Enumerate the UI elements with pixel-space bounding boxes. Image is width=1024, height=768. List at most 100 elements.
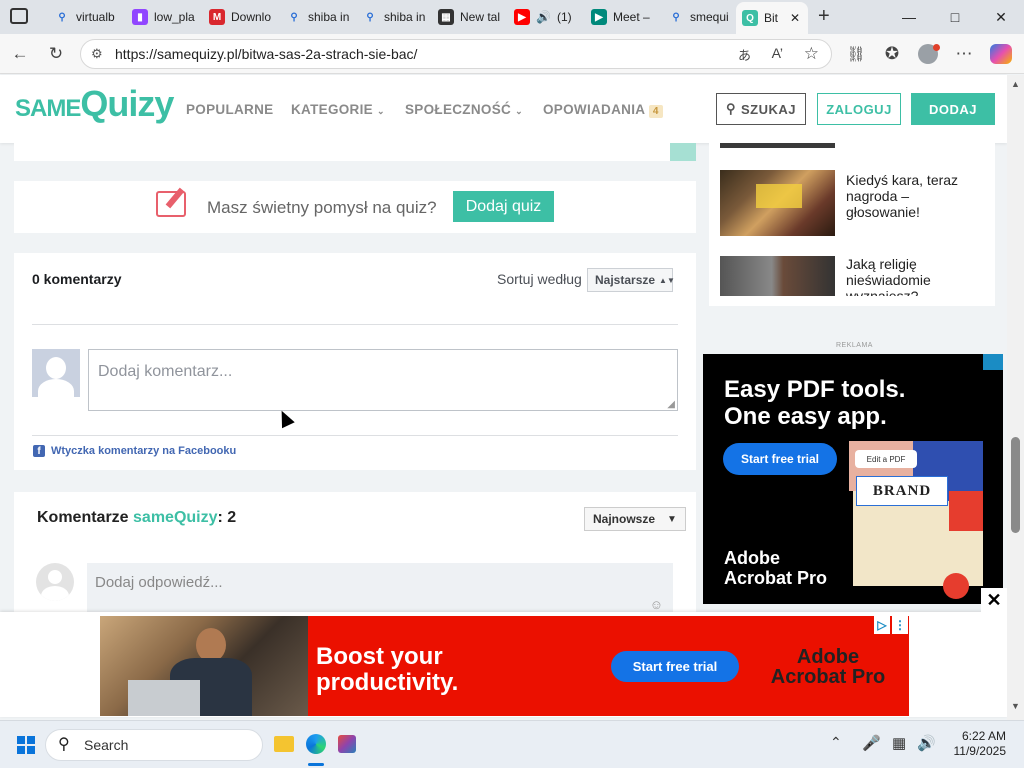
related-thumbnail — [720, 256, 835, 296]
browser-tab[interactable]: ⚲ virtualb — [48, 4, 122, 30]
clock[interactable]: 6:22 AM 11/9/2025 — [946, 729, 1007, 759]
add-button[interactable]: DODAJ — [911, 93, 995, 125]
close-tab-icon[interactable]: ✕ — [790, 11, 800, 25]
bottom-ad-close-button[interactable]: ✕ — [981, 588, 1007, 612]
minimize-button[interactable]: — — [886, 0, 932, 34]
resize-handle-icon[interactable]: ◢ — [667, 399, 675, 410]
clock-time: 6:22 AM — [961, 729, 1006, 743]
browser-tab[interactable]: M Downlo — [203, 4, 277, 30]
nav-popularne[interactable]: POPULARNE — [186, 102, 273, 117]
browser-tab[interactable]: ▶ 🔊 (1) — [508, 4, 580, 30]
browser-tab[interactable]: ▮ low_pla — [126, 4, 200, 30]
read-aloud-icon[interactable]: A’ — [772, 45, 783, 61]
mega-icon: M — [209, 9, 225, 25]
new-tab-button[interactable]: + — [818, 5, 830, 28]
page-scrollbar[interactable]: ▲ ▼ — [1007, 75, 1024, 720]
comments-sort-select[interactable]: Najnowsze ▼ — [584, 507, 686, 531]
active-app-indicator — [308, 763, 324, 766]
art-shape — [949, 491, 983, 531]
login-button[interactable]: ZALOGUJ — [817, 93, 901, 125]
sort-arrows-icon: ▲▼ — [659, 275, 675, 285]
store-app-icon[interactable] — [338, 735, 356, 753]
bottom-ad-cta[interactable]: Start free trial — [611, 651, 739, 682]
sort-select[interactable]: Najstarsze ▲▼ — [587, 268, 675, 292]
edge-icon[interactable] — [306, 734, 326, 754]
side-ad-product: Adobe Acrobat Pro — [724, 548, 827, 588]
taskbar-search-label: Search — [84, 737, 129, 753]
youtube-icon: ▶ — [514, 9, 530, 25]
start-button[interactable] — [17, 736, 35, 754]
favorite-star-icon[interactable]: ☆ — [804, 44, 819, 64]
nav-kategorie[interactable]: KATEGORIE ⌄ — [291, 102, 385, 117]
site-logo[interactable]: SAMEQuizy — [15, 83, 174, 125]
search-icon: ⚲ — [366, 11, 374, 23]
tray-chevron-up-icon[interactable]: ⌃ — [830, 734, 842, 751]
divider — [32, 324, 678, 325]
address-bar[interactable]: ⚙ https://samequizy.pl/bitwa-sas-2a-stra… — [80, 39, 832, 69]
reply-input[interactable]: Dodaj odpowiedź... ☺ — [87, 563, 673, 612]
facebook-plugin-link[interactable]: Wtyczka komentarzy na Facebooku — [51, 445, 236, 457]
chevron-down-icon: ⌄ — [515, 106, 523, 116]
close-window-button[interactable]: ✕ — [978, 0, 1024, 34]
related-item[interactable]: Jaką religię nieświadomie wyznajesz? — [720, 256, 990, 296]
related-item[interactable]: Kiedyś kara, teraz nagroda – głosowanie! — [720, 170, 990, 236]
tab-title: Bit — [764, 11, 779, 25]
adchoices-icon[interactable] — [983, 354, 1003, 370]
add-quiz-button[interactable]: Dodaj quiz — [453, 191, 554, 222]
nav-opowiadania[interactable]: OPOWIADANIA 4 — [543, 102, 663, 118]
browser-tab[interactable]: ▶ Meet – — [585, 4, 657, 30]
edit-pdf-chip: Edit a PDF — [855, 450, 917, 468]
adchoices-icon[interactable]: ▷ — [874, 616, 890, 634]
tab-title: Downlo — [231, 10, 272, 24]
browser-tab[interactable]: ⚲ smequi — [662, 4, 732, 30]
ad-menu-icon[interactable]: ⋮ — [892, 616, 908, 634]
reply-avatar — [36, 563, 74, 601]
brand-box: BRAND — [856, 476, 948, 506]
comments-title: Komentarze sameQuizy: 2 — [37, 509, 236, 527]
more-options-icon[interactable]: ⋯ — [952, 42, 976, 66]
refresh-icon[interactable]: ↻ — [44, 42, 68, 66]
tab-title: low_pla — [154, 10, 195, 24]
facebook-icon: f — [33, 445, 45, 457]
site-info-icon[interactable]: ⚙ — [91, 46, 103, 62]
tab-title: smequi — [690, 10, 729, 24]
scroll-top-indicator — [670, 143, 696, 161]
translate-icon[interactable]: あ — [738, 45, 751, 64]
bottom-advertisement[interactable]: Boost your productivity. Start free tria… — [100, 616, 909, 716]
side-ad-product2: Acrobat Pro — [724, 568, 828, 588]
speaker-icon[interactable]: 🔊 — [536, 10, 551, 24]
scroll-down-icon[interactable]: ▼ — [1011, 701, 1020, 711]
browser-tab[interactable]: ⚲ shiba in — [280, 4, 352, 30]
scroll-up-icon[interactable]: ▲ — [1011, 79, 1020, 89]
emoji-icon[interactable]: ☺ — [650, 597, 663, 612]
comments-title-brand: sameQuizy — [133, 509, 218, 526]
search-button[interactable]: ⚲ SZUKAJ — [716, 93, 806, 125]
extensions-icon[interactable]: ⛓ — [844, 42, 868, 66]
tab-actions-icon[interactable] — [10, 8, 28, 24]
copilot-icon[interactable] — [990, 44, 1012, 64]
opowiadania-badge: 4 — [648, 105, 663, 118]
edit-pdf-chip-label: Edit a PDF — [866, 454, 906, 464]
taskbar-search[interactable]: ⚲ Search — [45, 729, 263, 761]
thumb-text-decoration — [756, 184, 802, 208]
url-text: https://samequizy.pl/bitwa-sas-2a-strach… — [115, 46, 418, 62]
caret-down-icon: ▼ — [667, 513, 677, 525]
browser-tab[interactable]: ⚲ shiba in — [356, 4, 428, 30]
scroll-thumb[interactable] — [1011, 437, 1020, 533]
side-ad-cta[interactable]: Start free trial — [723, 443, 837, 475]
browser-tab[interactable]: Q Bit ✕ — [736, 2, 808, 34]
file-explorer-icon[interactable] — [274, 736, 294, 752]
side-advertisement[interactable]: Easy PDF tools. One easy app. Start free… — [703, 354, 1003, 604]
volume-icon[interactable]: 🔊 — [917, 734, 936, 752]
back-icon[interactable]: ← — [8, 42, 32, 66]
microphone-icon[interactable]: 🎤 — [862, 734, 881, 752]
maximize-button[interactable]: □ — [932, 0, 978, 34]
tab-title: shiba in — [308, 10, 350, 24]
notification-dot — [933, 44, 940, 51]
browser-tab[interactable]: ▦ New tal — [432, 4, 504, 30]
nav-spolecznosc[interactable]: SPOŁECZNOŚĆ ⌄ — [405, 102, 523, 117]
comment-input[interactable]: Dodaj komentarz... ◢ — [88, 349, 678, 411]
user-avatar — [32, 349, 80, 397]
network-icon[interactable]: ▦ — [892, 734, 906, 752]
favorites-icon[interactable]: ✪ — [880, 42, 904, 66]
